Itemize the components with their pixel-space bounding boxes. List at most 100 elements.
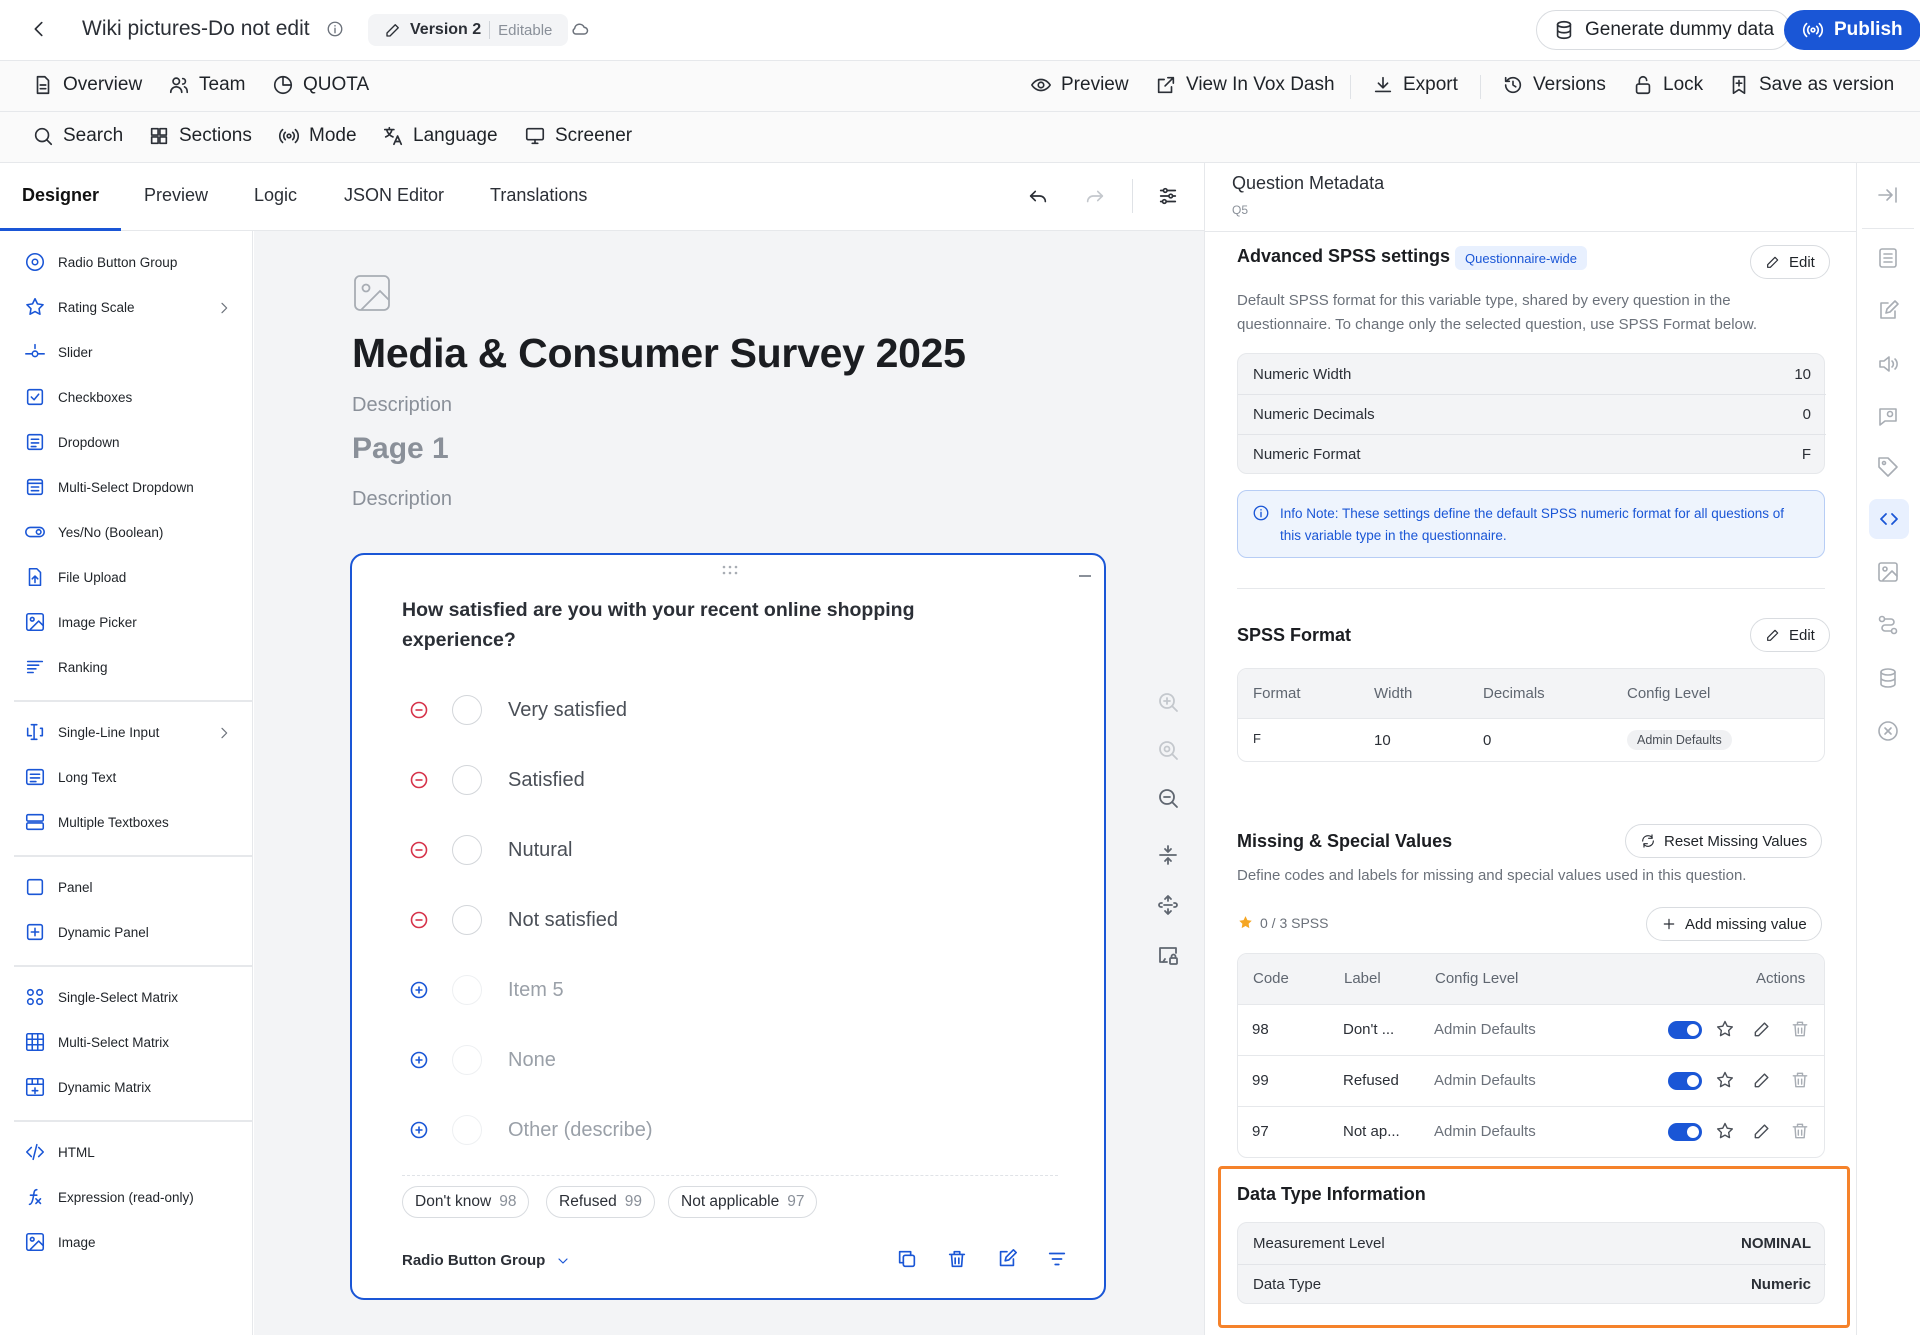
toolbox-slider[interactable]: Slider	[24, 341, 93, 363]
expand-move-icon[interactable]	[1156, 893, 1180, 917]
nav-quota[interactable]: QUOTA	[272, 74, 369, 96]
advanced-spss-edit-button[interactable]: Edit	[1750, 245, 1830, 279]
duplicate-icon[interactable]	[896, 1248, 918, 1270]
add-choice-icon[interactable]	[410, 1051, 428, 1069]
toolbox-panel[interactable]: Panel	[24, 876, 93, 898]
close-circle-icon[interactable]	[1876, 719, 1900, 743]
toolbox-single-select-matrix[interactable]: Single-Select Matrix	[24, 986, 178, 1008]
pencil-icon[interactable]	[1752, 1070, 1772, 1090]
reset-missing-values-button[interactable]: Reset Missing Values	[1625, 824, 1823, 858]
trash-icon[interactable]	[1790, 1019, 1810, 1039]
question-text[interactable]: How satisfied are you with your recent o…	[402, 595, 962, 655]
chevron-right-icon[interactable]	[216, 300, 232, 316]
missing-value-chip[interactable]: Don't know 98	[402, 1186, 530, 1218]
toolbox-dynamic-matrix[interactable]: Dynamic Matrix	[24, 1076, 151, 1098]
edit-question-icon[interactable]	[996, 1248, 1018, 1270]
enabled-toggle[interactable]	[1668, 1072, 1702, 1090]
tab-designer[interactable]: Designer	[22, 185, 99, 206]
toolbox-dynamic-panel[interactable]: Dynamic Panel	[24, 921, 149, 943]
tab-logic[interactable]: Logic	[254, 185, 297, 206]
question-card[interactable]: How satisfied are you with your recent o…	[350, 553, 1106, 1300]
radio-button[interactable]	[452, 765, 482, 795]
nav-preview[interactable]: Preview	[1030, 74, 1129, 96]
toolbox-single-line-input[interactable]: Single-Line Input	[24, 721, 159, 743]
tool-screener[interactable]: Screener	[524, 125, 632, 147]
page-title[interactable]: Page 1	[352, 432, 449, 466]
page-description[interactable]: Description	[352, 488, 452, 511]
settings-sliders-icon[interactable]	[1157, 185, 1179, 207]
image-settings-icon[interactable]	[1876, 560, 1900, 584]
zoom-reset-icon[interactable]	[1156, 738, 1180, 762]
remove-choice-icon[interactable]	[410, 701, 428, 719]
add-missing-value-button[interactable]: Add missing value	[1646, 907, 1822, 941]
tab-translations[interactable]: Translations	[490, 185, 587, 206]
zoom-in-icon[interactable]	[1156, 690, 1180, 714]
tag-icon[interactable]	[1876, 455, 1900, 479]
toolbox-multi-select-dropdown[interactable]: Multi-Select Dropdown	[24, 476, 194, 498]
enabled-toggle[interactable]	[1668, 1123, 1702, 1141]
toolbox-checkboxes[interactable]: Checkboxes	[24, 386, 132, 408]
collapse-all-icon[interactable]	[1156, 843, 1180, 867]
nav-overview[interactable]: Overview	[32, 74, 142, 96]
remove-choice-icon[interactable]	[410, 911, 428, 929]
undo-icon[interactable]	[1027, 185, 1049, 207]
radio-button[interactable]	[452, 695, 482, 725]
list-icon[interactable]	[1876, 246, 1900, 270]
tool-mode[interactable]: Mode	[278, 125, 357, 147]
toolbox-image[interactable]: Image	[24, 1231, 96, 1253]
toolbox-long-text[interactable]: Long Text	[24, 766, 116, 788]
tool-language[interactable]: Language	[382, 125, 498, 147]
edit-note-icon[interactable]	[1876, 299, 1900, 323]
nav-view-vox-dash[interactable]: View In Vox Dash	[1155, 74, 1335, 96]
nav-lock[interactable]: Lock	[1632, 74, 1703, 96]
zoom-out-icon[interactable]	[1156, 786, 1180, 810]
enabled-toggle[interactable]	[1668, 1021, 1702, 1039]
tab-json-editor[interactable]: JSON Editor	[344, 185, 444, 206]
toolbox-radio-button-group[interactable]: Radio Button Group	[24, 251, 177, 273]
speaker-icon[interactable]	[1876, 352, 1900, 376]
missing-value-chip[interactable]: Not applicable 97	[668, 1186, 818, 1218]
chat-settings-icon[interactable]	[1876, 405, 1900, 429]
drag-handle-icon[interactable]	[722, 565, 738, 575]
chevron-right-icon[interactable]	[216, 725, 232, 741]
tool-search[interactable]: Search	[32, 125, 123, 147]
add-choice-label[interactable]: Item 5	[508, 979, 564, 1002]
tab-preview[interactable]: Preview	[144, 185, 208, 206]
star-icon[interactable]	[1715, 1019, 1735, 1039]
trash-icon[interactable]	[1790, 1070, 1810, 1090]
database-icon[interactable]	[1876, 666, 1900, 690]
spss-format-edit-button[interactable]: Edit	[1750, 618, 1830, 652]
workflow-icon[interactable]	[1876, 613, 1900, 637]
radio-button[interactable]	[452, 905, 482, 935]
toolbox-html[interactable]: HTML	[24, 1141, 95, 1163]
redo-icon[interactable]	[1084, 185, 1106, 207]
question-type-selector[interactable]: Radio Button Group	[402, 1252, 571, 1269]
remove-choice-icon[interactable]	[410, 841, 428, 859]
version-pill[interactable]: Version 2 Editable	[368, 14, 569, 46]
rail-code-active[interactable]	[1869, 499, 1909, 539]
add-choice-label[interactable]: None	[508, 1049, 556, 1072]
survey-description[interactable]: Description	[352, 394, 452, 417]
collapse-icon[interactable]	[1079, 575, 1091, 577]
missing-value-chip[interactable]: Refused 99	[546, 1186, 655, 1218]
toolbox-expression[interactable]: Expression (read-only)	[24, 1186, 194, 1208]
toolbox-dropdown[interactable]: Dropdown	[24, 431, 120, 453]
star-icon[interactable]	[1715, 1070, 1735, 1090]
toolbox-file-upload[interactable]: File Upload	[24, 566, 126, 588]
cloud-sync-icon[interactable]	[570, 19, 590, 39]
nav-versions[interactable]: Versions	[1502, 74, 1606, 96]
publish-button[interactable]: Publish	[1784, 10, 1920, 50]
choice-label[interactable]: Not satisfied	[508, 909, 618, 932]
trash-icon[interactable]	[1790, 1121, 1810, 1141]
add-choice-label[interactable]: Other (describe)	[508, 1119, 653, 1142]
choice-label[interactable]: Very satisfied	[508, 699, 627, 722]
survey-title[interactable]: Media & Consumer Survey 2025	[352, 330, 966, 377]
logo-placeholder-icon[interactable]	[352, 273, 392, 313]
toolbox-rating-scale[interactable]: Rating Scale	[24, 296, 135, 318]
collapse-panel-icon[interactable]	[1876, 183, 1900, 207]
radio-button[interactable]	[452, 835, 482, 865]
choice-label[interactable]: Nutural	[508, 839, 572, 862]
toolbox-multiple-textboxes[interactable]: Multiple Textboxes	[24, 811, 169, 833]
filter-icon[interactable]	[1046, 1248, 1068, 1270]
nav-save-as-version[interactable]: Save as version	[1728, 74, 1894, 96]
